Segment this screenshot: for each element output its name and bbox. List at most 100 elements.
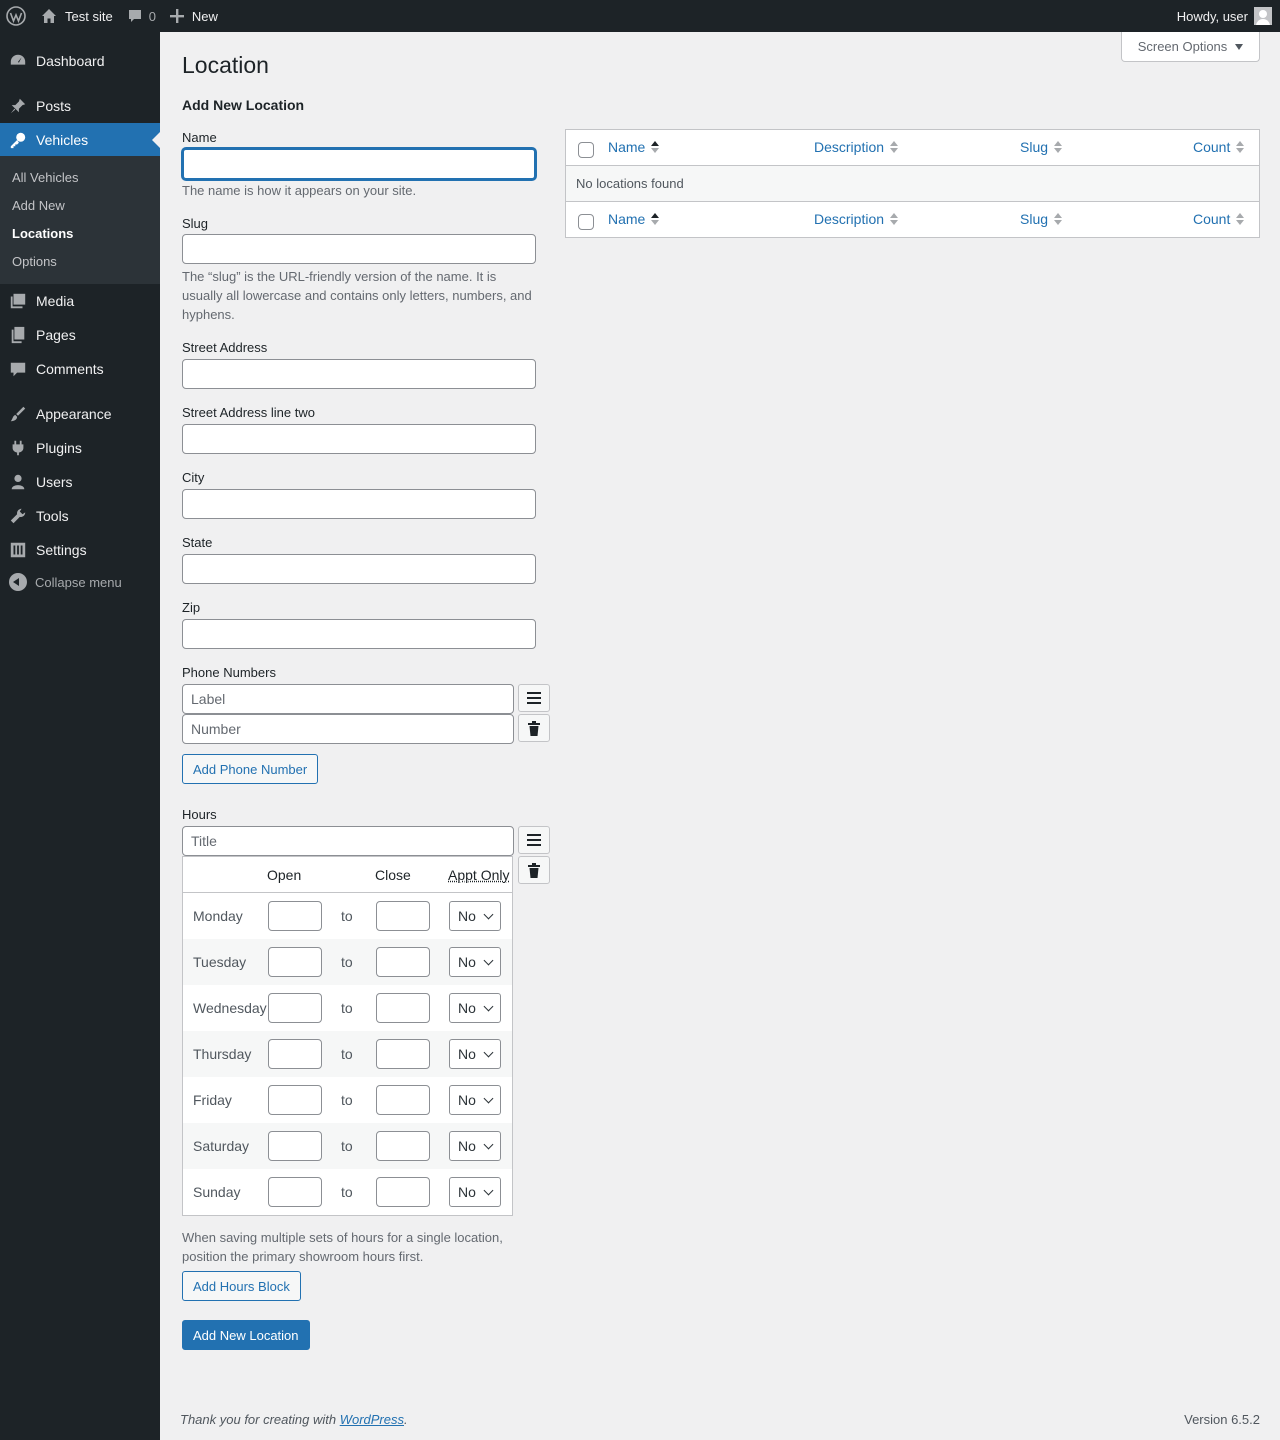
street-address-input[interactable] xyxy=(182,359,536,389)
hours-row-saturday: Saturday to No xyxy=(183,1123,512,1169)
phone-number-input[interactable] xyxy=(182,714,514,744)
open-time-input[interactable] xyxy=(268,1039,322,1069)
menu-item-plugins[interactable]: Plugins xyxy=(0,431,160,465)
site-name-link[interactable]: Test site xyxy=(34,0,120,32)
appt-only-select[interactable]: No xyxy=(449,947,501,977)
sort-icon xyxy=(890,212,899,226)
footer-thanks: Thank you for creating with WordPress. xyxy=(180,1412,408,1427)
collapse-menu-button[interactable]: Collapse menu xyxy=(0,570,160,594)
column-count-sort-footer[interactable]: Count xyxy=(1193,211,1245,227)
column-name-sort-footer[interactable]: Name xyxy=(608,211,660,227)
slug-input[interactable] xyxy=(182,234,536,264)
menu-item-media[interactable]: Media xyxy=(0,284,160,318)
menu-item-appearance[interactable]: Appearance xyxy=(0,397,160,431)
menu-item-vehicles[interactable]: Vehicles xyxy=(0,123,160,157)
menu-item-tools[interactable]: Tools xyxy=(0,499,160,533)
sort-icon xyxy=(890,140,899,154)
select-all-checkbox[interactable] xyxy=(578,142,594,158)
close-time-input[interactable] xyxy=(376,993,430,1023)
day-name: Wednesday xyxy=(193,1000,267,1016)
to-label: to xyxy=(341,954,353,970)
site-name: Test site xyxy=(65,8,113,24)
state-input[interactable] xyxy=(182,554,536,584)
appt-only-value: No xyxy=(458,1092,476,1108)
menu-item-posts[interactable]: Posts xyxy=(0,89,160,123)
hours-delete-button[interactable] xyxy=(518,856,550,884)
comments-link[interactable]: 0 xyxy=(120,0,163,32)
hours-title-input[interactable] xyxy=(182,826,514,856)
column-label: Description xyxy=(814,139,885,155)
appt-only-select[interactable]: No xyxy=(449,1177,501,1207)
appt-only-select[interactable]: No xyxy=(449,993,501,1023)
slug-description: The “slug” is the URL-friendly version o… xyxy=(182,269,532,322)
screen-options-button[interactable]: Screen Options xyxy=(1121,32,1260,62)
menu-label: Media xyxy=(36,293,75,309)
add-phone-number-button[interactable]: Add Phone Number xyxy=(182,754,319,784)
phone-drag-handle[interactable] xyxy=(518,684,550,712)
phone-label-input[interactable] xyxy=(182,684,514,714)
close-time-input[interactable] xyxy=(376,1177,430,1207)
zip-input[interactable] xyxy=(182,619,536,649)
menu-label: Tools xyxy=(36,508,69,524)
close-time-input[interactable] xyxy=(376,901,430,931)
name-input[interactable] xyxy=(182,148,536,180)
hours-row-thursday: Thursday to No xyxy=(183,1031,512,1077)
open-time-input[interactable] xyxy=(268,1085,322,1115)
column-slug-sort-footer[interactable]: Slug xyxy=(1020,211,1063,227)
appt-only-select[interactable]: No xyxy=(449,1039,501,1069)
new-content-link[interactable]: New xyxy=(163,0,225,32)
close-time-input[interactable] xyxy=(376,947,430,977)
appt-only-value: No xyxy=(458,1046,476,1062)
open-time-input[interactable] xyxy=(268,901,322,931)
open-time-input[interactable] xyxy=(268,1177,322,1207)
column-slug-sort[interactable]: Slug xyxy=(1020,139,1063,155)
submenu-options[interactable]: Options xyxy=(12,254,57,269)
user-icon xyxy=(0,473,36,491)
close-time-input[interactable] xyxy=(376,1131,430,1161)
sort-icon xyxy=(651,140,660,154)
city-input[interactable] xyxy=(182,489,536,519)
appt-only-select[interactable]: No xyxy=(449,1131,501,1161)
column-count-sort[interactable]: Count xyxy=(1193,139,1245,155)
select-all-checkbox-footer[interactable] xyxy=(578,214,594,230)
column-description-sort[interactable]: Description xyxy=(814,139,899,155)
wordpress-logo-icon[interactable] xyxy=(0,0,34,32)
sort-icon xyxy=(1236,212,1245,226)
column-name-sort[interactable]: Name xyxy=(608,139,660,155)
key-icon xyxy=(0,131,36,149)
footer-thanks-text: Thank you for creating with xyxy=(180,1412,340,1427)
add-hours-block-button[interactable]: Add Hours Block xyxy=(182,1271,301,1301)
menu-item-dashboard[interactable]: Dashboard xyxy=(0,44,160,78)
menu-item-comments[interactable]: Comments xyxy=(0,352,160,386)
open-time-input[interactable] xyxy=(268,1131,322,1161)
street-address-2-input[interactable] xyxy=(182,424,536,454)
wordpress-link[interactable]: WordPress xyxy=(340,1412,404,1427)
menu-item-settings[interactable]: Settings xyxy=(0,533,160,567)
media-icon xyxy=(0,292,36,310)
wrench-icon xyxy=(0,507,36,525)
appt-only-select[interactable]: No xyxy=(449,901,501,931)
comment-count: 0 xyxy=(148,8,156,24)
add-new-location-button[interactable]: Add New Location xyxy=(182,1320,310,1350)
to-label: to xyxy=(341,1092,353,1108)
submenu-all-vehicles[interactable]: All Vehicles xyxy=(12,170,78,185)
submenu-add-new[interactable]: Add New xyxy=(12,198,65,213)
column-description-sort-footer[interactable]: Description xyxy=(814,211,899,227)
close-time-input[interactable] xyxy=(376,1085,430,1115)
close-time-input[interactable] xyxy=(376,1039,430,1069)
appt-only-select[interactable]: No xyxy=(449,1085,501,1115)
menu-item-pages[interactable]: Pages xyxy=(0,318,160,352)
sliders-icon xyxy=(0,541,36,559)
hours-drag-handle[interactable] xyxy=(518,826,550,854)
main-content: Screen Options Location Add New Location… xyxy=(160,32,1280,1440)
open-time-input[interactable] xyxy=(268,947,322,977)
sort-icon xyxy=(651,212,660,226)
my-account-link[interactable]: Howdy, user xyxy=(1170,0,1280,32)
submenu-locations[interactable]: Locations xyxy=(12,226,73,241)
phone-delete-button[interactable] xyxy=(518,714,550,742)
plugin-icon xyxy=(0,439,36,457)
trash-icon xyxy=(528,720,540,736)
open-time-input[interactable] xyxy=(268,993,322,1023)
menu-item-users[interactable]: Users xyxy=(0,465,160,499)
table-header-row: Name Description Slug Count xyxy=(566,130,1259,166)
